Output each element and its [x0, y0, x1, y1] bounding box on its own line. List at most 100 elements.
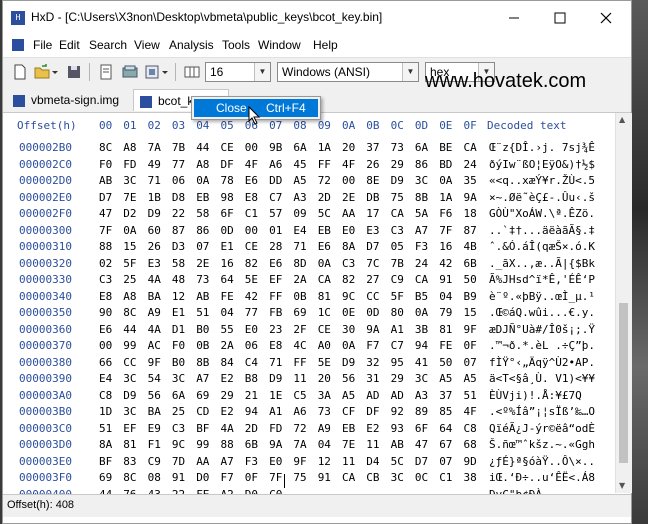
hex-byte[interactable]: 02 [99, 257, 112, 270]
decoded-text[interactable]: ä<T<§â¸Ù. V1)<¥¥ [489, 372, 595, 385]
hex-byte[interactable]: A7 [415, 224, 428, 237]
hex-byte[interactable]: 9F [148, 356, 161, 369]
hex-byte[interactable]: 15 [464, 306, 477, 319]
hex-byte[interactable]: 58 [172, 257, 185, 270]
hex-byte[interactable]: 11 [342, 455, 355, 468]
hex-byte[interactable]: 83 [123, 455, 136, 468]
hex-byte[interactable]: BF [99, 455, 112, 468]
hex-byte[interactable]: 22 [172, 207, 185, 220]
hex-byte[interactable]: 86 [415, 158, 428, 171]
hex-byte[interactable]: 3C [172, 372, 185, 385]
hex-byte[interactable]: 81 [318, 290, 331, 303]
hex-byte[interactable]: 24 [464, 158, 477, 171]
hex-byte[interactable]: B9 [464, 290, 477, 303]
decoded-text[interactable]: QïéÃ¿J-ýr©ëâ“odÈ [489, 422, 595, 435]
hex-byte[interactable]: 5E [318, 356, 331, 369]
hex-byte[interactable]: 89 [415, 405, 428, 418]
hex-row[interactable]: 000002E0 D7 7E 1B D8 EB 98 E8 C7 A3 2D 2E DB 75 8B 1A 9A… [3, 191, 615, 207]
hex-byte[interactable]: FF [318, 158, 331, 171]
hex-byte[interactable]: 9A [366, 323, 379, 336]
hex-byte[interactable]: 7E [123, 191, 136, 204]
hex-byte[interactable]: A5 [439, 372, 452, 385]
hex-byte[interactable]: 9D [464, 455, 477, 468]
hex-byte[interactable]: FE [221, 290, 234, 303]
hex-byte[interactable]: 4F [464, 405, 477, 418]
hex-byte[interactable]: CC [123, 356, 136, 369]
decoded-text[interactable]: ..`‡†...äëàãÃ§.‡ [489, 224, 595, 237]
ram-editor-button[interactable] [143, 63, 161, 81]
hex-byte[interactable]: 7B [172, 141, 185, 154]
hex-byte[interactable]: 3C [391, 471, 404, 484]
hex-byte[interactable]: C8 [99, 389, 112, 402]
hex-byte[interactable]: CF [342, 405, 355, 418]
hex-byte[interactable]: A9 [148, 306, 161, 319]
hex-byte[interactable]: 1D [99, 405, 112, 418]
hex-byte[interactable]: 8B [196, 356, 209, 369]
menu-window[interactable]: Window [258, 38, 301, 52]
decoded-text[interactable]: è¨º.«þBÿ..œÌ_µ.¹ [489, 290, 595, 303]
decoded-text[interactable]: .™¬ð.*.èL .÷Ç”þ. [489, 339, 595, 352]
hex-byte[interactable]: 18 [464, 207, 477, 220]
hex-byte[interactable]: 07 [464, 356, 477, 369]
hex-byte[interactable]: AB [391, 438, 404, 451]
hex-byte[interactable]: 7F [269, 471, 282, 484]
hex-byte[interactable]: 51 [464, 389, 477, 402]
hex-byte[interactable]: 00 [245, 224, 258, 237]
hex-byte[interactable]: 16 [439, 240, 452, 253]
hex-byte[interactable]: C9 [391, 273, 404, 286]
decoded-text[interactable]: .<º%Íâ”¡¦sÏß’‰…O [489, 405, 595, 418]
hex-byte[interactable]: 1A [318, 141, 331, 154]
hex-byte[interactable]: 4B [464, 240, 477, 253]
hex-byte[interactable]: 0B [293, 290, 306, 303]
tab-vbmeta-sign[interactable]: vbmeta-sign.img [7, 89, 129, 111]
hex-row[interactable]: 000003C0 51 EF E9 C3 BF 4A 2D FD 72 A9 EB E2 93 6F 64 C8… [3, 422, 615, 438]
menu-edit[interactable]: Edit [59, 38, 80, 52]
hex-byte[interactable]: DD [269, 174, 282, 187]
hex-byte[interactable]: FD [269, 422, 282, 435]
hex-byte[interactable]: 77 [172, 158, 185, 171]
hex-byte[interactable]: 9C [342, 290, 355, 303]
hex-byte[interactable]: 73 [318, 405, 331, 418]
hex-byte[interactable]: 88 [99, 240, 112, 253]
hex-byte[interactable]: 09 [293, 207, 306, 220]
hex-byte[interactable]: 0A [415, 306, 428, 319]
hex-byte[interactable]: 42 [439, 257, 452, 270]
decoded-text[interactable]: GÒÙ"XoÁW.\ª.ÊZö. [489, 207, 595, 220]
hex-byte[interactable]: 7D [172, 455, 185, 468]
hex-byte[interactable]: A9 [318, 422, 331, 435]
hex-byte[interactable]: CE [245, 240, 258, 253]
hex-byte[interactable]: 58 [196, 207, 209, 220]
hex-byte[interactable]: 28 [269, 240, 282, 253]
hex-byte[interactable]: 7E [342, 438, 355, 451]
chevron-down-icon[interactable]: ▼ [402, 63, 418, 81]
decoded-text[interactable]: Œ¨z{DÎ.›j. 7sj¾Ê [489, 141, 595, 154]
hex-byte[interactable]: 51 [196, 306, 209, 319]
hex-byte[interactable]: 05 [391, 240, 404, 253]
hex-byte[interactable]: 79 [439, 306, 452, 319]
hex-row[interactable]: 00000300 7F 0A 60 87 86 0D 00 01 E4 EB E0 E3 C3 A7 7F 87… [3, 224, 615, 240]
hex-byte[interactable]: E0 [342, 224, 355, 237]
hex-byte[interactable]: FB [269, 306, 282, 319]
hex-byte[interactable]: 90 [99, 306, 112, 319]
hex-byte[interactable]: 5A [415, 207, 428, 220]
hex-byte[interactable]: 4F [245, 158, 258, 171]
hex-byte[interactable]: 87 [172, 224, 185, 237]
hex-byte[interactable]: 32 [366, 356, 379, 369]
hex-byte[interactable]: 6A [172, 389, 185, 402]
hex-byte[interactable]: 0F [245, 471, 258, 484]
hex-row[interactable]: 000003B0 1D 3C BA 25 CD E2 94 A1 A6 73 CF DF 92 89 85 4F… [3, 405, 615, 421]
hex-byte[interactable]: 48 [172, 273, 185, 286]
hex-byte[interactable]: 07 [196, 240, 209, 253]
hex-byte[interactable]: 56 [148, 389, 161, 402]
hex-byte[interactable]: DB [366, 191, 379, 204]
hex-row[interactable]: 00000330 C3 25 4A 48 73 64 5E EF 2A CA 82 27 C9 CA 91 50… [3, 273, 615, 289]
hex-row[interactable]: 000003A0 C8 D9 56 6A 69 29 21 1E C5 3A A5 AD AD A3 37 51… [3, 389, 615, 405]
hex-byte[interactable]: 11 [366, 438, 379, 451]
hex-byte[interactable]: D0 [196, 471, 209, 484]
hex-byte[interactable]: 3C [415, 372, 428, 385]
hex-byte[interactable]: D9 [269, 372, 282, 385]
hex-byte[interactable]: CE [318, 323, 331, 336]
hex-byte[interactable]: CA [391, 207, 404, 220]
hex-byte[interactable]: 42 [245, 290, 258, 303]
hex-byte[interactable]: D4 [366, 455, 379, 468]
